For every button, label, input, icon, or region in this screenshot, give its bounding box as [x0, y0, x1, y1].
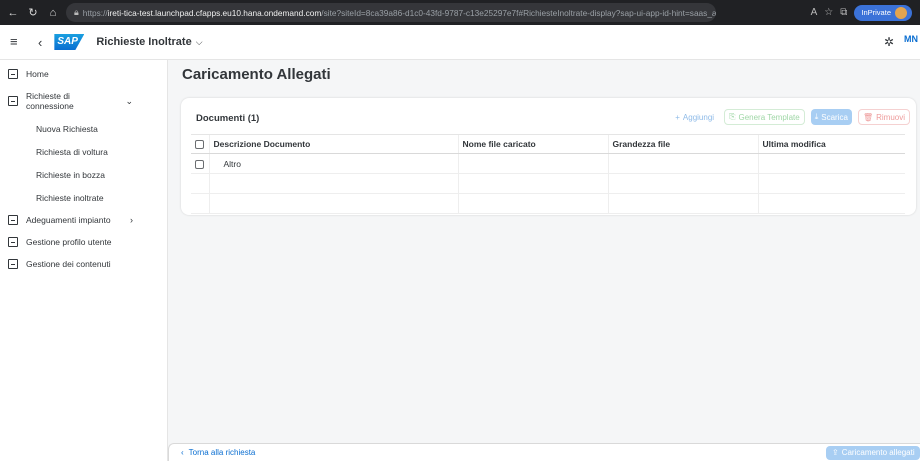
download-icon: ⤓	[814, 112, 819, 121]
profile-avatar-icon	[895, 6, 907, 19]
file-name-cell	[457, 153, 608, 174]
collections-icon[interactable]: ⧉	[840, 7, 847, 18]
sidebar-item-adeguamenti[interactable]: Adeguamenti impianto ›	[0, 209, 167, 231]
sidebar-subitem-inoltrate[interactable]: Richieste inoltrate	[0, 186, 167, 209]
app-title-menu[interactable]: Richieste Inoltrate ⌵	[96, 36, 202, 48]
column-header: Nome file caricato	[457, 134, 608, 154]
empty-row	[191, 193, 905, 214]
remove-button[interactable]: 🗑︎ Rimuovi	[857, 109, 910, 125]
chevron-down-icon: ⌵	[195, 36, 203, 47]
template-icon: ⎘	[729, 112, 736, 121]
sidebar-item-contenuti[interactable]: Gestione dei contenuti	[0, 253, 167, 275]
menu-icon[interactable]: ≡	[10, 35, 24, 49]
document-icon	[8, 259, 18, 269]
sidebar-subitem-label: Richieste inoltrate	[36, 192, 104, 203]
sidebar-item-label: Richieste di connessione	[26, 91, 74, 111]
sidebar-subitem-voltura[interactable]: Richiesta di voltura	[0, 140, 167, 163]
select-all-cell[interactable]	[191, 134, 209, 154]
document-icon	[8, 96, 18, 106]
plus-icon: +	[675, 112, 680, 122]
sidebar-subitem-label: Richiesta di voltura	[36, 146, 108, 157]
inprivate-label: InPrivate	[861, 8, 891, 17]
sidebar-item-richieste-connessione[interactable]: Richieste di connessione ⌄	[0, 85, 167, 117]
home-icon[interactable]: ⌂	[46, 6, 60, 20]
sidebar-item-label: Gestione dei contenuti	[26, 259, 111, 269]
document-icon	[8, 69, 18, 79]
table-toolbar: + Aggiungi ⎘ Genera Template ⤓ Scarica 🗑…	[671, 109, 910, 125]
description-cell: Altro	[208, 153, 458, 174]
user-avatar[interactable]: MN	[904, 34, 920, 50]
sidebar-item-profilo[interactable]: Gestione profilo utente	[0, 231, 167, 253]
modified-cell	[757, 153, 905, 174]
url-host: ireti-tica-test.launchpad.cfapps.eu10.ha…	[107, 7, 322, 18]
upload-icon: ⇪	[832, 448, 839, 457]
document-icon	[8, 237, 18, 247]
lock-icon: 🔒︎	[74, 7, 79, 17]
trash-icon: 🗑︎	[862, 112, 874, 122]
back-arrow-icon[interactable]: ←	[6, 6, 20, 20]
column-header: Descrizione Documento	[208, 134, 458, 154]
side-navigation: Home Richieste di connessione ⌄ Nuova Ri…	[0, 60, 168, 461]
sidebar-subitem-label: Nuova Richiesta	[36, 123, 98, 134]
size-cell	[607, 153, 758, 174]
documents-table: Descrizione Documento Nome file caricato…	[191, 134, 905, 214]
sidebar-subitem-label: Richieste in bozza	[36, 169, 105, 180]
inprivate-badge[interactable]: InPrivate	[854, 4, 912, 21]
sidebar-item-label: Home	[26, 69, 49, 79]
select-all-checkbox[interactable]	[195, 140, 204, 150]
chevron-right-icon: ›	[130, 215, 133, 225]
page-title: Caricamento Allegati	[182, 66, 331, 83]
footer-bar: ‹ Torna alla richiesta ⇪ Caricamento all…	[168, 443, 920, 461]
browser-toolbar: ← ↻ ⌂ 🔒︎ https://ireti-tica-test.launchp…	[0, 0, 920, 25]
sidebar-item-label: Gestione profilo utente	[26, 237, 112, 247]
table-title: Documenti (1)	[196, 113, 260, 124]
address-bar[interactable]: 🔒︎ https://ireti-tica-test.launchpad.cfa…	[66, 3, 716, 22]
generate-template-button[interactable]: ⎘ Genera Template	[724, 109, 805, 125]
download-button[interactable]: ⤓ Scarica	[810, 109, 852, 125]
column-header: Ultima modifica	[757, 134, 905, 154]
upload-attachments-button[interactable]: ⇪ Caricamento allegati	[826, 445, 920, 460]
sap-logo[interactable]: SAP	[54, 34, 85, 50]
reload-icon[interactable]: ↻	[26, 6, 40, 20]
sidebar-subitem-bozza[interactable]: Richieste in bozza	[0, 163, 167, 186]
back-to-request-link[interactable]: ‹ Torna alla richiesta	[181, 448, 255, 457]
app-title: Richieste Inoltrate	[96, 36, 192, 48]
empty-row	[191, 173, 905, 194]
url-prefix: https://	[82, 7, 108, 18]
chevron-left-icon: ‹	[181, 448, 184, 457]
row-select-cell[interactable]	[191, 153, 209, 174]
sidebar-subitem-nuova-richiesta[interactable]: Nuova Richiesta	[0, 117, 167, 140]
row-checkbox[interactable]	[195, 159, 204, 169]
favorite-star-icon[interactable]: ☆	[824, 7, 833, 18]
sidebar-item-home[interactable]: Home	[0, 63, 167, 85]
sidebar-item-label: Adeguamenti impianto	[26, 215, 111, 225]
document-icon	[8, 215, 18, 225]
chevron-left-icon[interactable]: ‹	[38, 35, 42, 50]
shell-header: ≡ ‹ SAP Richieste Inoltrate ⌵ ✲ MN	[0, 25, 920, 60]
url-path: /site?siteId=8ca39a86-d1c0-43fd-9787-c13…	[321, 7, 716, 18]
add-button[interactable]: + Aggiungi	[671, 109, 718, 125]
settings-icon[interactable]: ✲	[884, 35, 894, 49]
chevron-down-icon: ⌄	[125, 95, 133, 106]
documents-card: Documenti (1) + Aggiungi ⎘ Genera Templa…	[181, 98, 916, 215]
table-row[interactable]: Altro	[191, 153, 905, 174]
table-header-row: Descrizione Documento Nome file caricato…	[191, 134, 905, 154]
column-header: Grandezza file	[607, 134, 758, 154]
read-aloud-icon[interactable]: A	[811, 7, 818, 18]
